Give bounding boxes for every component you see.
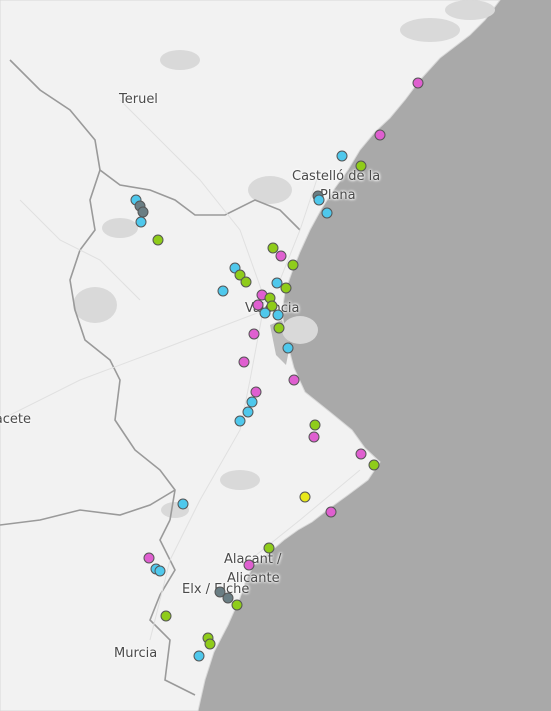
map-marker-cyan[interactable] <box>193 650 205 662</box>
map-marker-cyan[interactable] <box>135 216 147 228</box>
map-marker-magenta[interactable] <box>355 448 367 460</box>
map-marker-cyan[interactable] <box>154 565 166 577</box>
city-label-albacete: Albacete <box>0 412 31 427</box>
map-marker-cyan[interactable] <box>313 194 325 206</box>
map-marker-green[interactable] <box>368 459 380 471</box>
city-label-castello-line2: Plana <box>320 188 356 203</box>
map-view[interactable]: Teruel Castelló de la Plana València Alb… <box>0 0 551 711</box>
city-label-murcia: Murcia <box>114 646 158 661</box>
map-marker-green[interactable] <box>263 542 275 554</box>
basemap <box>0 0 551 711</box>
map-marker-magenta[interactable] <box>243 559 255 571</box>
city-label-castello-line1: Castelló de la <box>292 169 381 184</box>
map-marker-green[interactable] <box>355 160 367 172</box>
map-marker-magenta[interactable] <box>325 506 337 518</box>
map-marker-magenta[interactable] <box>374 129 386 141</box>
city-label-teruel: Teruel <box>119 92 158 107</box>
map-marker-green[interactable] <box>152 234 164 246</box>
map-marker-magenta[interactable] <box>275 250 287 262</box>
map-marker-green[interactable] <box>273 322 285 334</box>
map-marker-cyan[interactable] <box>177 498 189 510</box>
map-marker-magenta[interactable] <box>143 552 155 564</box>
map-marker-cyan[interactable] <box>259 307 271 319</box>
map-marker-cyan[interactable] <box>321 207 333 219</box>
map-marker-magenta[interactable] <box>248 328 260 340</box>
map-marker-cyan[interactable] <box>282 342 294 354</box>
map-marker-green[interactable] <box>287 259 299 271</box>
map-marker-cyan[interactable] <box>336 150 348 162</box>
map-marker-magenta[interactable] <box>412 77 424 89</box>
map-marker-green[interactable] <box>240 276 252 288</box>
map-marker-green[interactable] <box>204 638 216 650</box>
map-marker-cyan[interactable] <box>217 285 229 297</box>
map-marker-green[interactable] <box>309 419 321 431</box>
map-marker-magenta[interactable] <box>238 356 250 368</box>
map-marker-green[interactable] <box>231 599 243 611</box>
map-marker-green[interactable] <box>160 610 172 622</box>
map-marker-magenta[interactable] <box>308 431 320 443</box>
map-marker-cyan[interactable] <box>242 406 254 418</box>
map-marker-cyan[interactable] <box>272 309 284 321</box>
map-marker-cyan[interactable] <box>234 415 246 427</box>
map-marker-magenta[interactable] <box>288 374 300 386</box>
map-marker-green[interactable] <box>280 282 292 294</box>
map-marker-yellow[interactable] <box>299 491 311 503</box>
